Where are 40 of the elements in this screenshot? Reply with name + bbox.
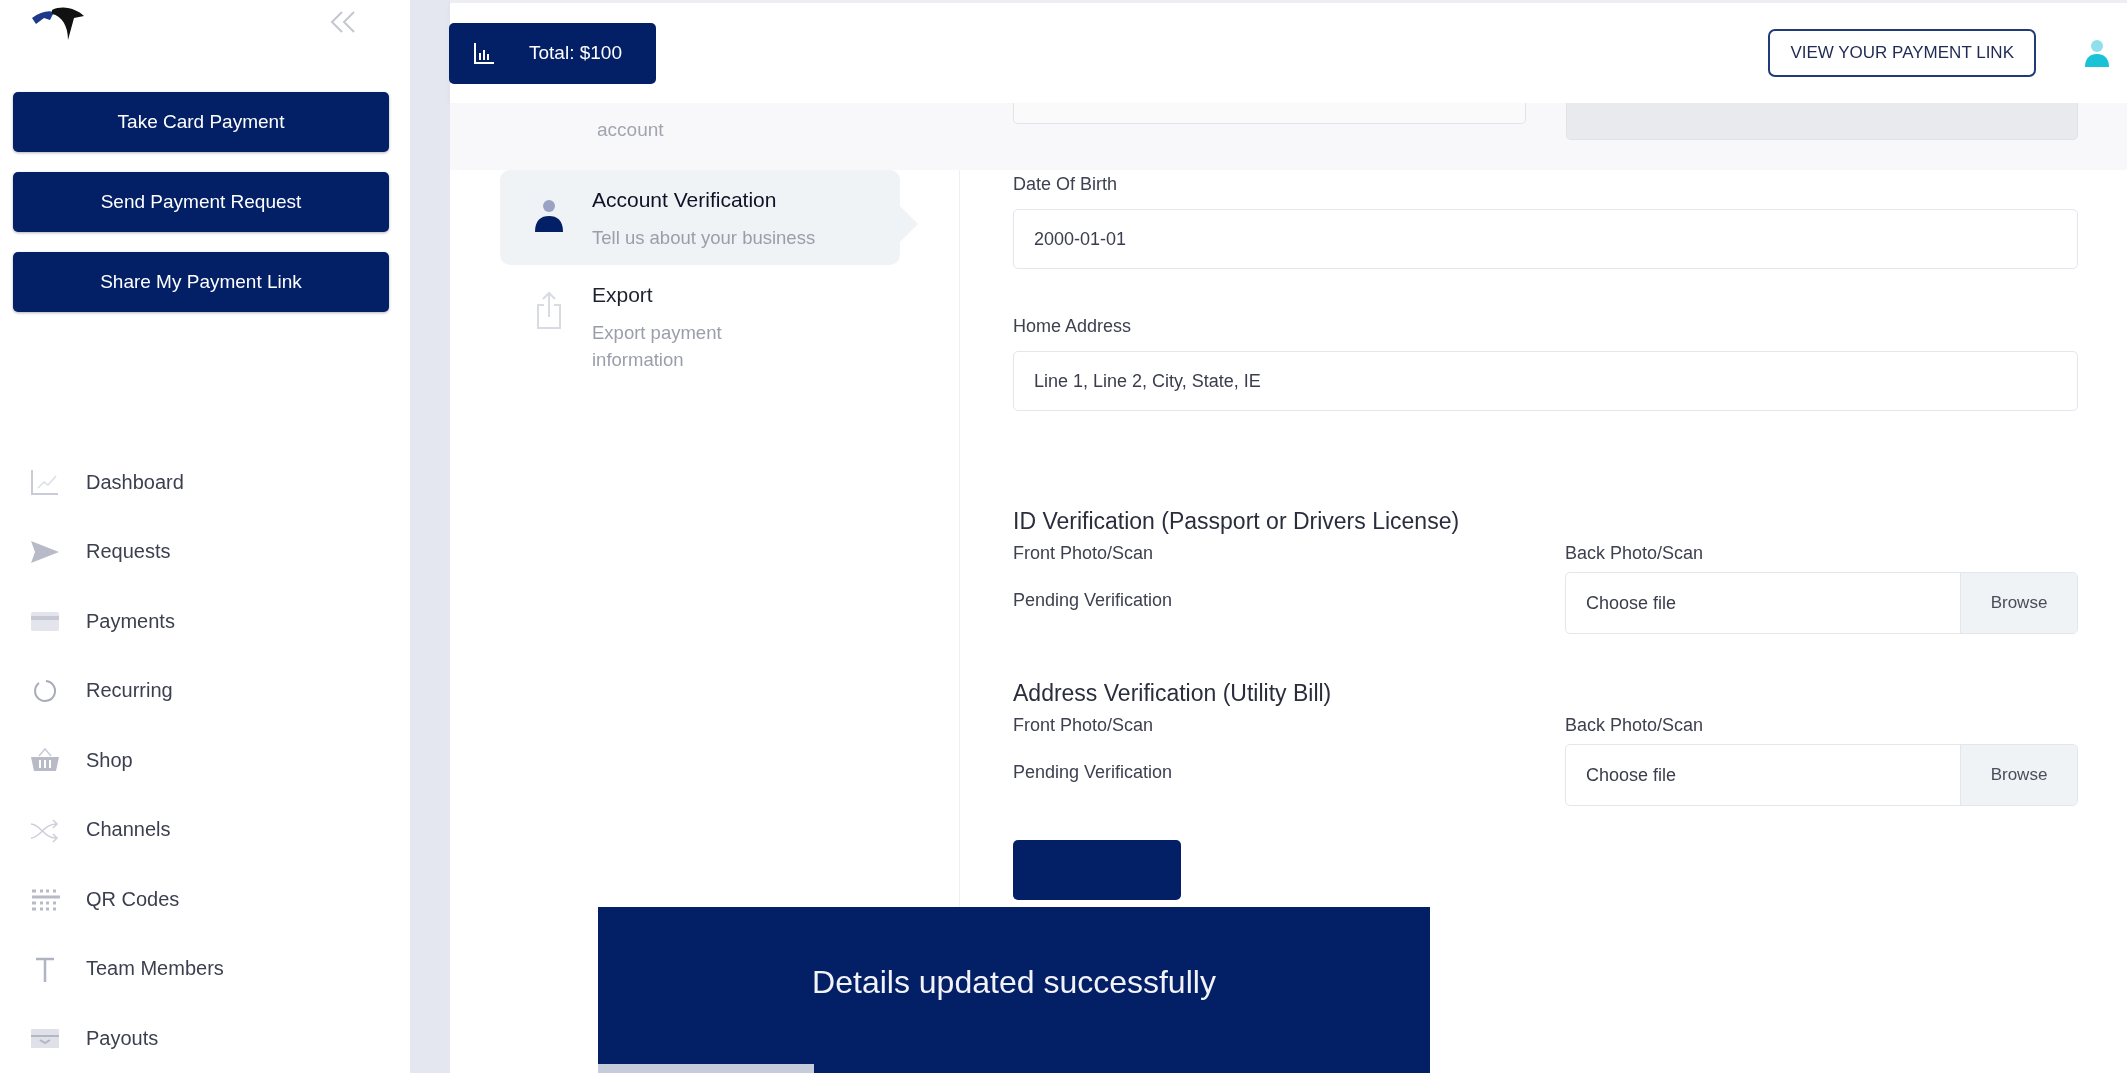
action-button[interactable]: Take Card Payment bbox=[13, 91, 389, 152]
chart-icon bbox=[30, 468, 60, 497]
file-input[interactable]: Choose file Browse bbox=[1565, 572, 2078, 634]
collapse-icon[interactable] bbox=[328, 10, 358, 34]
input-field[interactable]: Line 1, Line 2, City, State, IE bbox=[1013, 351, 2078, 411]
step-item[interactable]: Export Export payment information bbox=[500, 265, 900, 387]
bar-chart-icon bbox=[473, 42, 495, 64]
input-field[interactable]: 2000-01-01 bbox=[1013, 209, 2078, 269]
section-heading: ID Verification (Passport or Drivers License) bbox=[1013, 508, 1461, 535]
file-input[interactable]: Choose file Browse bbox=[1565, 744, 2078, 806]
nav-item[interactable]: Recurring bbox=[30, 656, 410, 726]
nav-item[interactable]: Payments bbox=[30, 586, 410, 656]
section-heading: Address Verification (Utility Bill) bbox=[1013, 680, 1333, 707]
action-button[interactable]: Share My Payment Link bbox=[13, 251, 389, 312]
field-label: Home Address bbox=[1013, 316, 1133, 337]
total-button[interactable]: Total: $100 bbox=[449, 22, 656, 84]
field-label: Date Of Birth bbox=[1013, 174, 1119, 195]
browse-button[interactable]: Browse bbox=[1960, 573, 2077, 633]
nav-item[interactable]: Shop bbox=[30, 725, 410, 795]
status-text: Pending Verification bbox=[1013, 762, 1174, 783]
submit-button[interactable] bbox=[1013, 840, 1181, 900]
field-label: Back Photo/Scan bbox=[1565, 543, 1705, 564]
nav-item[interactable]: Channels bbox=[30, 795, 410, 865]
user-avatar-icon[interactable] bbox=[2084, 39, 2110, 67]
field-label: Front Photo/Scan bbox=[1013, 715, 1155, 736]
field-label: Front Photo/Scan bbox=[1013, 543, 1155, 564]
input-field[interactable] bbox=[1013, 103, 1526, 124]
nav-item[interactable]: Payouts bbox=[30, 1003, 410, 1073]
nav-item[interactable]: QR Codes bbox=[30, 864, 410, 934]
nav-item[interactable]: Requests bbox=[30, 517, 410, 587]
step-description: account bbox=[597, 119, 665, 141]
input-field[interactable] bbox=[1565, 103, 2078, 140]
view-payment-link-button[interactable]: VIEW YOUR PAYMENT LINK bbox=[1768, 29, 2036, 77]
nav-item[interactable]: Dashboard bbox=[30, 447, 410, 517]
browse-button[interactable]: Browse bbox=[1960, 745, 2077, 805]
field-label: Back Photo/Scan bbox=[1565, 715, 1705, 736]
toast-notification: Details updated successfully bbox=[598, 907, 1430, 1073]
status-text: Pending Verification bbox=[1013, 590, 1174, 611]
action-button[interactable]: Send Payment Request bbox=[13, 171, 389, 232]
nav-item[interactable]: Team Members bbox=[30, 934, 410, 1004]
